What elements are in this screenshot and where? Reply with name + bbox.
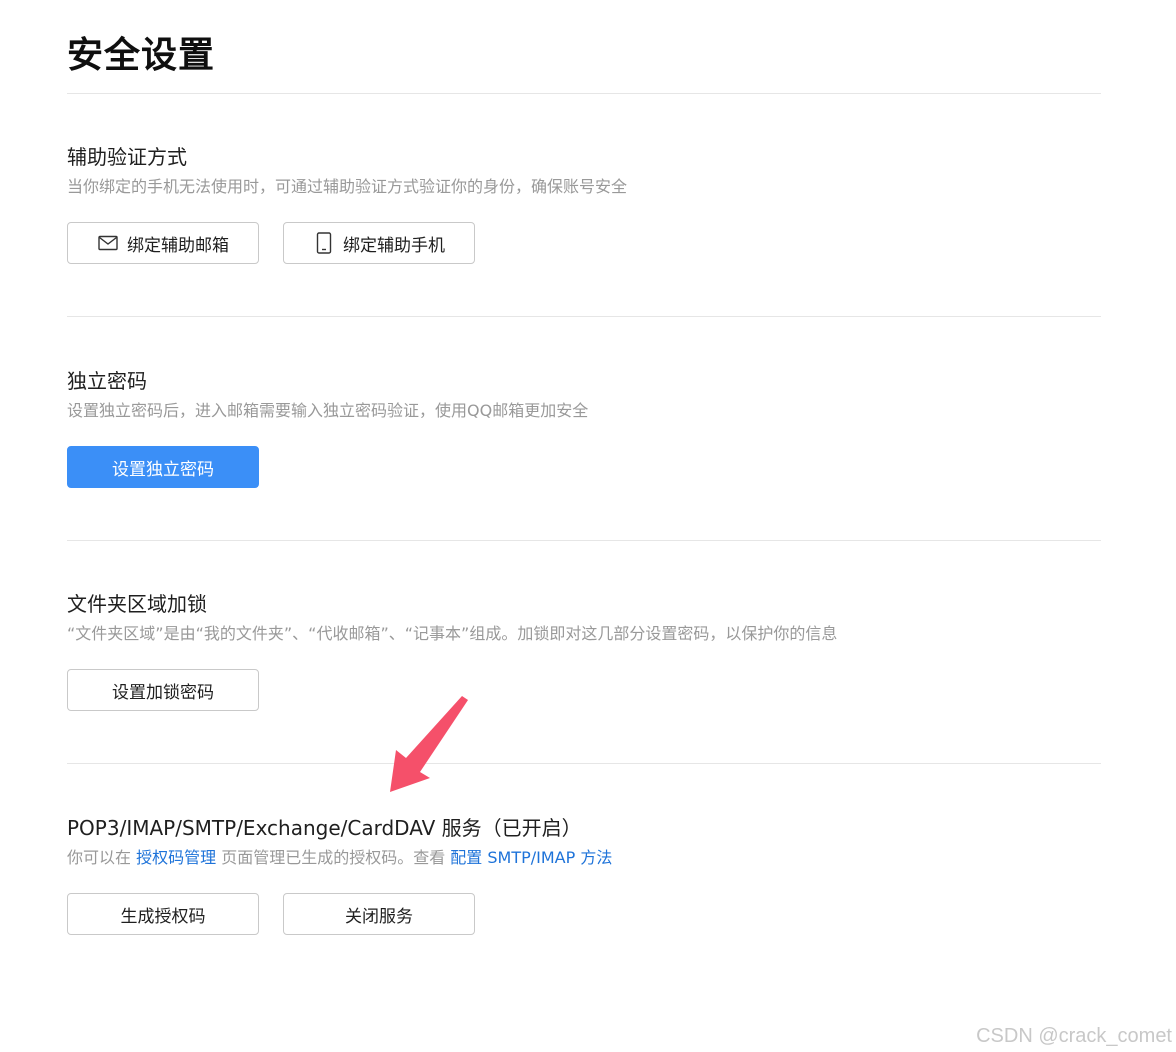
section-divider — [67, 316, 1101, 317]
section-folder-lock: 文件夹区域加锁 “文件夹区域”是由“我的文件夹”、“代收邮箱”、“记事本”组成。… — [67, 590, 1101, 711]
auth-code-management-link[interactable]: 授权码管理 — [136, 848, 216, 867]
button-label: 绑定辅助手机 — [343, 235, 445, 256]
button-row: 设置加锁密码 — [67, 669, 1101, 711]
generate-auth-code-button[interactable]: 生成授权码 — [67, 893, 259, 935]
section-title: POP3/IMAP/SMTP/Exchange/CardDAV 服务（已开启） — [67, 816, 582, 840]
bind-backup-email-button[interactable]: 绑定辅助邮箱 — [67, 222, 259, 264]
close-service-button[interactable]: 关闭服务 — [283, 893, 475, 935]
mail-icon — [97, 232, 119, 254]
button-label: 设置独立密码 — [112, 459, 214, 480]
button-row: 生成授权码 关闭服务 — [67, 893, 1101, 935]
phone-icon — [313, 232, 335, 254]
page-title: 安全设置 — [67, 35, 216, 76]
section-mail-protocol-service: POP3/IMAP/SMTP/Exchange/CardDAV 服务（已开启） … — [67, 814, 1101, 935]
set-independent-password-button[interactable]: 设置独立密码 — [67, 446, 259, 488]
section-auxiliary-verification: 辅助验证方式 当你绑定的手机无法使用时，可通过辅助验证方式验证你的身份，确保账号… — [67, 143, 1101, 264]
section-description: 你可以在 授权码管理 页面管理已生成的授权码。查看 配置 SMTP/IMAP 方… — [67, 845, 1101, 871]
section-title: 文件夹区域加锁 — [67, 592, 207, 616]
button-label: 生成授权码 — [120, 906, 206, 927]
desc-text: 页面管理已生成的授权码。查看 — [216, 848, 451, 867]
button-label: 绑定辅助邮箱 — [127, 235, 229, 256]
section-title: 辅助验证方式 — [67, 145, 187, 169]
section-description: “文件夹区域”是由“我的文件夹”、“代收邮箱”、“记事本”组成。加锁即对这几部分… — [67, 624, 838, 643]
watermark: CSDN @crack_comet — [976, 1025, 1172, 1047]
button-row: 绑定辅助邮箱 绑定辅助手机 — [67, 222, 1101, 264]
section-description: 当你绑定的手机无法使用时，可通过辅助验证方式验证你的身份，确保账号安全 — [67, 177, 628, 196]
section-divider — [67, 763, 1101, 764]
section-description: 设置独立密码后，进入邮箱需要输入独立密码验证，使用QQ邮箱更加安全 — [67, 401, 589, 420]
configure-smtp-imap-link[interactable]: 配置 SMTP/IMAP 方法 — [450, 848, 612, 867]
button-label: 关闭服务 — [345, 906, 413, 927]
section-divider — [67, 540, 1101, 541]
button-row: 设置独立密码 — [67, 446, 1101, 488]
set-lock-password-button[interactable]: 设置加锁密码 — [67, 669, 259, 711]
section-independent-password: 独立密码 设置独立密码后，进入邮箱需要输入独立密码验证，使用QQ邮箱更加安全 设… — [67, 367, 1101, 488]
bind-backup-phone-button[interactable]: 绑定辅助手机 — [283, 222, 475, 264]
section-title: 独立密码 — [67, 369, 147, 393]
desc-text: 你可以在 — [67, 848, 137, 867]
title-divider — [67, 93, 1101, 94]
button-label: 设置加锁密码 — [112, 682, 214, 703]
annotation-arrow-icon — [390, 696, 468, 792]
